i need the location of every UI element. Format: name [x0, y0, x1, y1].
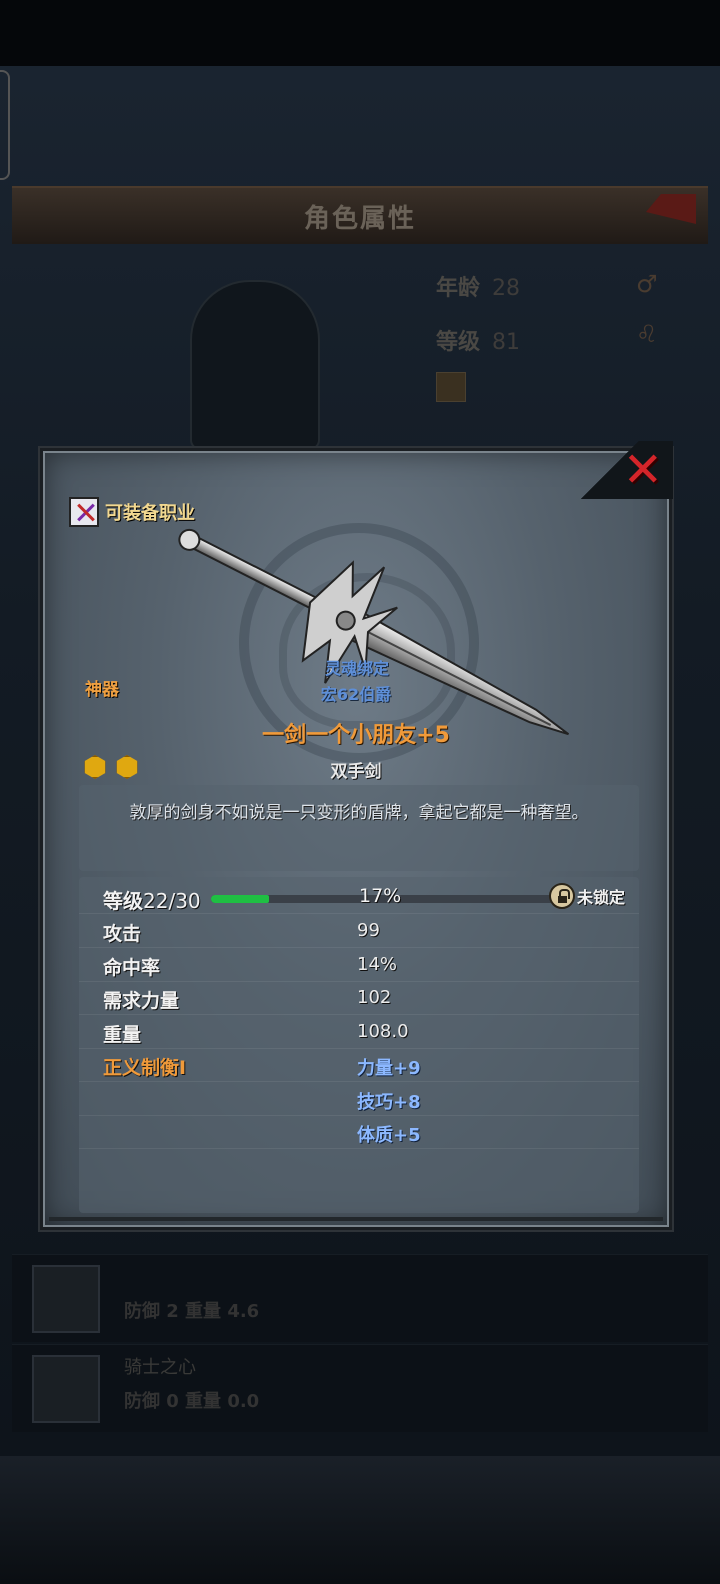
stat-label: 攻击	[103, 923, 142, 945]
background-list-item: 骑士之心 防御 0 重量 0.0	[12, 1344, 708, 1432]
item-thumbnail	[32, 1355, 100, 1423]
level-progress-fill	[211, 895, 270, 903]
stat-row: 需求力量 102	[79, 982, 639, 1015]
level-label: 等级22/30	[103, 885, 201, 914]
side-panel-edge	[0, 70, 10, 180]
level-value: 22/30	[143, 889, 201, 913]
background-bottom-bar	[0, 1456, 720, 1584]
level-label-text: 等级	[103, 889, 143, 913]
list-item-name: 骑士之心	[124, 1357, 196, 1378]
stat-value: 14%	[357, 954, 398, 975]
stat-row: 命中率 14%	[79, 949, 639, 982]
background-list-item: 防御 2 重量 4.6	[12, 1254, 708, 1342]
stat-row: 攻击 99	[79, 915, 639, 948]
list-item-desc: 防御 0 重量 0.0	[124, 1391, 260, 1412]
lock-toggle[interactable]: 未锁定	[549, 883, 625, 909]
enchant-name: 正义制衡I	[103, 1057, 187, 1079]
stat-value: 81	[492, 330, 521, 355]
background-header: 角色属性	[12, 186, 708, 244]
item-name: 一剑一个小朋友+5	[262, 723, 450, 748]
stat-label: 重量	[103, 1024, 142, 1046]
stat-label: 等级	[436, 330, 481, 355]
zodiac-icon: ♌	[636, 320, 658, 348]
lock-label: 未锁定	[577, 888, 626, 907]
gender-icon: ♂	[636, 270, 658, 298]
enchant-row: 技巧+8	[79, 1083, 639, 1116]
stat-value: 28	[492, 276, 521, 301]
stat-label: 命中率	[103, 957, 161, 979]
stat-value: 99	[357, 920, 380, 941]
character-portrait	[190, 280, 320, 450]
list-item-desc: 防御 2 重量 4.6	[124, 1301, 260, 1322]
level-progress-text: 17%	[359, 885, 402, 907]
class-label: 可装备职业	[105, 503, 195, 524]
sword-icon	[178, 528, 570, 736]
close-icon[interactable]: ✕	[623, 446, 663, 494]
stat-value: 108.0	[357, 1021, 409, 1042]
background-title: 角色属性	[303, 204, 416, 234]
enchant-bonus: 技巧+8	[357, 1092, 421, 1113]
skill-icon	[436, 372, 466, 402]
enchant-bonus: 力量+9	[357, 1058, 421, 1079]
level-row: 等级22/30 17% 未锁定	[79, 881, 639, 914]
item-thumbnail	[32, 1265, 100, 1333]
background-stat-level: 等级 81	[436, 324, 520, 356]
stat-row: 重量 108.0	[79, 1016, 639, 1049]
enchant-bonus: 体质+5	[357, 1125, 421, 1146]
stat-label: 需求力量	[103, 990, 180, 1012]
background-stat-age: 年龄 28	[436, 270, 520, 302]
enchant-row: 正义制衡I 力量+9	[79, 1049, 639, 1082]
stats-panel: 等级22/30 17% 未锁定 攻击 99 命中率 14% 需求力量 102 重…	[79, 877, 639, 1213]
enchant-row: 体质+5	[79, 1116, 639, 1149]
stat-label: 年龄	[436, 276, 481, 301]
stat-value: 102	[357, 987, 392, 1008]
equippable-class[interactable]: 可装备职业	[69, 497, 195, 527]
weapon-type: 双手剑	[330, 762, 382, 782]
binding-label: 灵魂绑定	[324, 659, 389, 678]
item-description: 敦厚的剑身不如说是一只变形的盾牌，拿起它都是一种奢望。	[79, 785, 639, 871]
item-detail-dialog: ✕ 可装备职业 神器 灵魂绑定 宏62伯爵 一剑一个小朋友+5 双手剑 敦厚的剑…	[40, 441, 673, 1230]
crossed-weapons-icon[interactable]	[69, 497, 99, 527]
unlock-icon[interactable]	[549, 883, 575, 909]
owner-label: 宏62伯爵	[320, 685, 392, 704]
close-button[interactable]: ✕	[577, 441, 673, 499]
